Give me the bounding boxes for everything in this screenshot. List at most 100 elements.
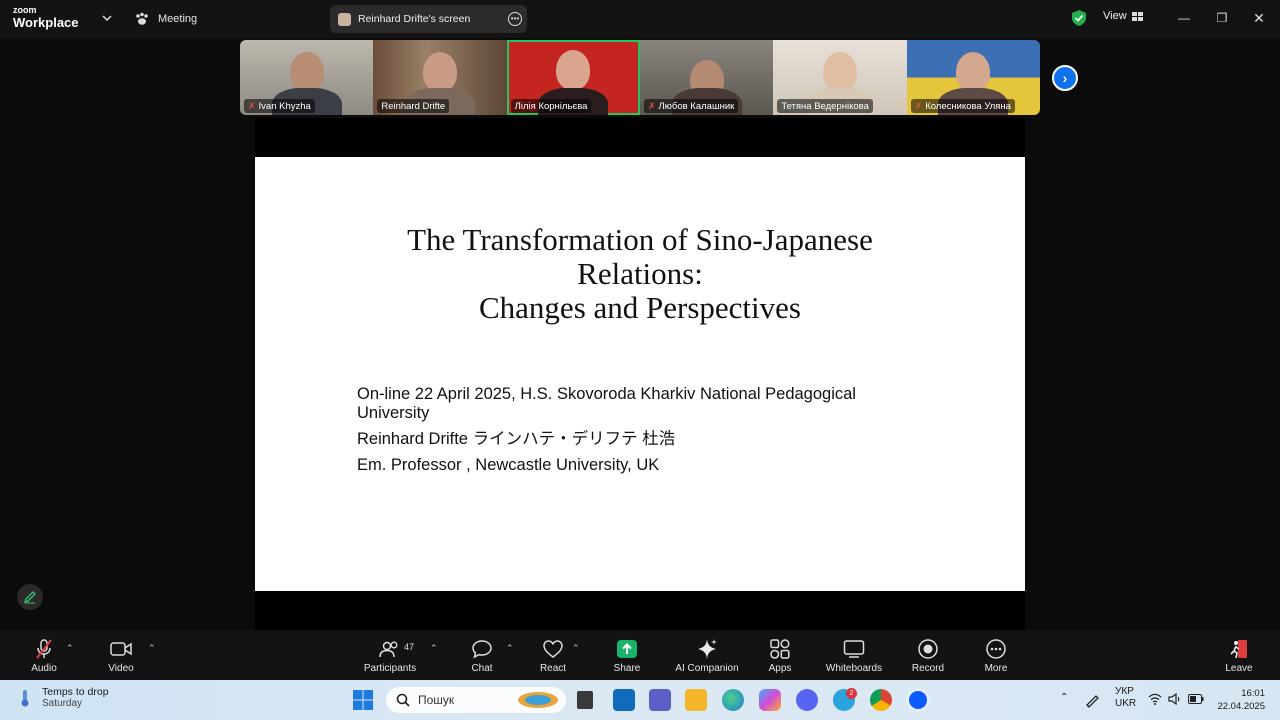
whiteboards-label: Whiteboards bbox=[825, 663, 883, 674]
thermometer-icon bbox=[21, 689, 29, 706]
copilot-icon[interactable] bbox=[759, 689, 781, 711]
participant-name-tag: ✗ Колесникова Уляна bbox=[910, 99, 1015, 113]
title-line: Relations: bbox=[577, 256, 703, 291]
participant-name: Лілія Корнільєва bbox=[514, 100, 588, 112]
next-page-arrow-icon[interactable]: › bbox=[1052, 65, 1078, 91]
battery-icon[interactable] bbox=[1188, 694, 1204, 704]
grid-view-icon bbox=[1131, 11, 1143, 21]
video-tile[interactable]: ✗ Колесникова Уляна bbox=[906, 40, 1040, 115]
apps-icon bbox=[770, 639, 790, 659]
view-label: View bbox=[1103, 10, 1127, 22]
file-manager-icon[interactable] bbox=[577, 691, 593, 709]
chevron-up-icon[interactable]: ⌃ bbox=[430, 643, 438, 654]
video-tile-active-speaker[interactable]: Лілія Корнільєва bbox=[506, 40, 640, 115]
brand-top: zoom bbox=[13, 5, 37, 15]
event-info: University bbox=[357, 404, 430, 422]
participant-name-tag: ✗ Ivan Khyzha bbox=[244, 99, 315, 113]
search-highlight-icon bbox=[518, 692, 558, 708]
participant-face bbox=[956, 52, 991, 92]
weather-widget[interactable]: Temps to drop Saturday bbox=[16, 686, 109, 709]
participant-name-tag: Reinhard Drifte bbox=[377, 99, 450, 113]
share-label: Share bbox=[613, 663, 641, 674]
clock-time: 16:01 bbox=[1241, 688, 1265, 699]
participant-count-badge: 47 bbox=[404, 642, 415, 652]
more-button[interactable]: More bbox=[956, 637, 1036, 674]
volume-icon[interactable] bbox=[1168, 693, 1182, 705]
author-line: Reinhard Drifte ラインハテ・デリフテ 杜浩 bbox=[357, 430, 947, 449]
view-button[interactable]: View bbox=[1103, 10, 1143, 22]
ai-companion-button[interactable]: AI Companion bbox=[667, 637, 747, 674]
taskbar-search[interactable]: Пошук bbox=[386, 687, 566, 713]
security-shield-icon[interactable] bbox=[1071, 9, 1087, 27]
windows-start-icon[interactable] bbox=[352, 689, 374, 711]
chrome-icon[interactable] bbox=[870, 689, 892, 711]
participants-label: Participants bbox=[363, 663, 417, 674]
share-screen-icon bbox=[617, 640, 637, 658]
keyboard-layout: UKR bbox=[1115, 698, 1137, 709]
chat-bubble-icon bbox=[472, 640, 492, 659]
annotate-pencil-icon[interactable] bbox=[17, 584, 43, 610]
whiteboards-button[interactable]: Whiteboards bbox=[814, 637, 894, 674]
system-clock[interactable]: 16:01 22.04.2025 bbox=[1213, 687, 1265, 713]
chevron-up-icon[interactable]: ⌃ bbox=[66, 643, 74, 654]
close-icon[interactable]: ✕ bbox=[1251, 10, 1267, 26]
video-tile[interactable]: Reinhard Drifte bbox=[373, 40, 507, 115]
video-camera-icon bbox=[110, 642, 132, 656]
wifi-icon[interactable] bbox=[1148, 693, 1162, 705]
chevron-down-icon[interactable] bbox=[100, 11, 114, 25]
chevron-up-icon[interactable]: ⌃ bbox=[148, 643, 156, 654]
record-icon bbox=[918, 639, 938, 659]
shared-screen-indicator[interactable]: Reinhard Drifte's screen ••• bbox=[330, 5, 527, 33]
participants-icon bbox=[379, 641, 398, 658]
participant-name-tag: ✗ Любов Калашник bbox=[643, 99, 739, 113]
video-tile[interactable]: ✗ Любов Калашник bbox=[639, 40, 774, 115]
folder-icon[interactable] bbox=[685, 689, 707, 711]
paw-icon bbox=[136, 12, 148, 25]
leave-door-icon bbox=[1230, 640, 1247, 659]
participant-name: Любов Калашник bbox=[658, 100, 735, 112]
mic-muted-icon: ✗ bbox=[647, 100, 656, 111]
teams-icon[interactable] bbox=[649, 689, 671, 711]
apps-button[interactable]: Apps bbox=[740, 637, 820, 674]
more-icon bbox=[986, 639, 1006, 659]
ai-sparkle-icon bbox=[698, 639, 717, 659]
sharing-label: Reinhard Drifte's screen bbox=[358, 13, 471, 25]
participant-face bbox=[822, 52, 857, 92]
participant-face bbox=[422, 52, 457, 92]
language-indicator[interactable]: УКР UKR bbox=[1115, 686, 1136, 710]
chevron-up-icon[interactable]: ⌃ bbox=[572, 643, 580, 654]
participant-face bbox=[289, 52, 324, 92]
outlook-icon[interactable] bbox=[613, 689, 635, 711]
share-button[interactable]: Share bbox=[587, 637, 667, 674]
more-options-icon[interactable]: ••• bbox=[508, 12, 522, 26]
notification-badge: 2 bbox=[846, 688, 857, 699]
event-info: On-line 22 April 2025, H.S. Skovoroda Kh… bbox=[357, 385, 856, 403]
edge-browser-icon[interactable] bbox=[722, 689, 744, 711]
minimize-icon[interactable]: — bbox=[1176, 10, 1192, 26]
react-button[interactable]: React bbox=[513, 637, 593, 674]
zoom-logo: zoom Workplace bbox=[13, 5, 79, 30]
video-label: Video bbox=[108, 663, 134, 674]
video-tile[interactable]: ✗ Ivan Khyzha bbox=[240, 40, 374, 115]
participant-name-tag: Лілія Корнільєва bbox=[510, 99, 592, 113]
discord-icon[interactable] bbox=[796, 689, 818, 711]
video-tile[interactable]: Тетяна Ведернікова bbox=[773, 40, 907, 115]
audio-label: Audio bbox=[31, 663, 57, 674]
zoom-app-icon[interactable] bbox=[906, 688, 930, 712]
participant-name: Тетяна Ведернікова bbox=[781, 100, 869, 112]
apps-label: Apps bbox=[768, 663, 792, 674]
record-label: Record bbox=[911, 663, 945, 674]
react-label: React bbox=[539, 663, 567, 674]
participant-name: Колесникова Уляна bbox=[925, 100, 1011, 112]
windows-taskbar: Temps to drop Saturday Пошук 2 ⌃ УКР UKR… bbox=[0, 680, 1280, 720]
meeting-menu[interactable]: Meeting bbox=[134, 10, 197, 28]
pen-input-icon[interactable] bbox=[1084, 692, 1102, 708]
whiteboard-icon bbox=[843, 640, 865, 658]
participants-button[interactable]: Participants bbox=[350, 637, 430, 674]
participant-face bbox=[556, 50, 591, 90]
restore-icon[interactable]: ❐ bbox=[1214, 10, 1230, 26]
slide-body: On-line 22 April 2025, H.S. Skovoroda Kh… bbox=[357, 385, 947, 475]
leave-button[interactable]: Leave bbox=[1199, 637, 1279, 674]
chevron-up-icon[interactable]: ⌃ bbox=[1060, 692, 1068, 703]
leave-label: Leave bbox=[1225, 663, 1253, 674]
